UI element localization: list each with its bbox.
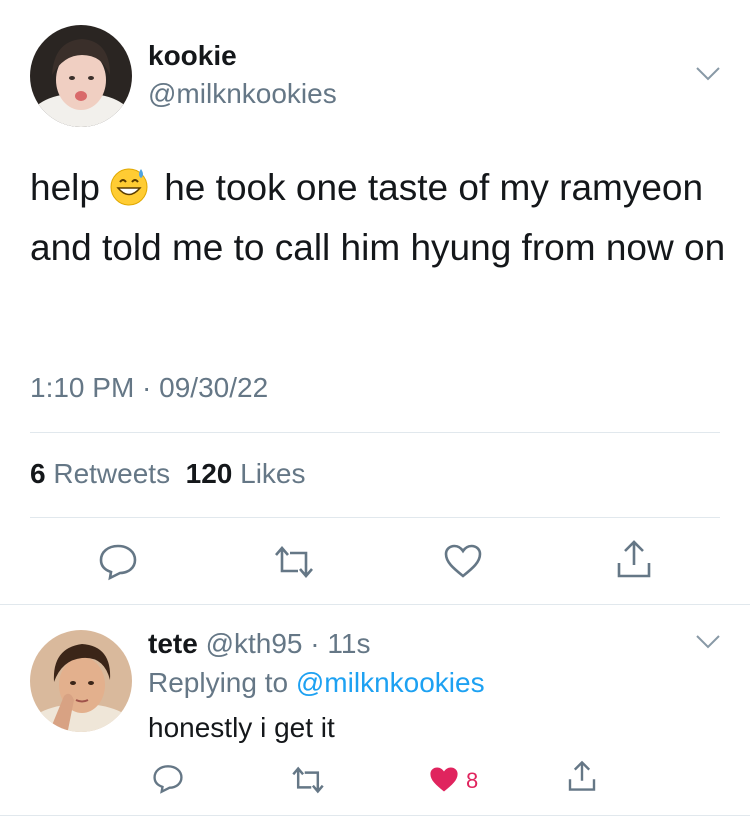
share-button[interactable] xyxy=(566,760,598,792)
reply-button[interactable] xyxy=(152,764,184,794)
share-icon xyxy=(568,760,596,791)
divider xyxy=(30,432,720,433)
chevron-down-icon[interactable] xyxy=(695,634,721,650)
tweet-stats: 6 Retweets 120 Likes xyxy=(30,458,306,490)
reply-like-count[interactable]: 8 xyxy=(466,768,478,794)
retweet-icon xyxy=(275,546,313,578)
avatar[interactable] xyxy=(30,25,132,127)
display-name[interactable]: kookie xyxy=(148,40,237,72)
handle[interactable]: @milknkookies xyxy=(148,78,337,110)
tweet-text-part1: help xyxy=(30,167,100,208)
like-icon xyxy=(444,544,482,578)
replying-handle-link[interactable]: @milknkookies xyxy=(296,667,485,698)
reply-header: tete @kth95 · 11s xyxy=(148,628,370,660)
chevron-down-icon[interactable] xyxy=(695,66,721,82)
retweet-button[interactable] xyxy=(272,545,316,579)
retweet-count[interactable]: 6 xyxy=(30,458,46,489)
retweet-label[interactable]: Retweets xyxy=(53,458,170,489)
retweet-icon xyxy=(292,766,324,794)
like-button[interactable] xyxy=(443,543,483,579)
reply-text: honestly i get it xyxy=(148,712,335,743)
reply-icon xyxy=(99,544,137,581)
heart-filled-icon xyxy=(430,767,458,792)
avatar[interactable] xyxy=(30,630,132,732)
reply-button[interactable] xyxy=(98,543,138,581)
divider xyxy=(0,604,750,605)
reply-icon xyxy=(153,765,183,794)
tweet-text: help he took one taste of my ramyeon and… xyxy=(30,158,730,278)
share-icon xyxy=(617,540,651,578)
grinning-face-with-sweat-icon xyxy=(110,168,148,206)
divider xyxy=(30,517,720,518)
divider xyxy=(0,815,750,816)
timestamp[interactable]: 1:10 PM · 09/30/22 xyxy=(30,372,268,404)
replying-to: Replying to @milknkookies xyxy=(148,667,485,699)
like-label[interactable]: Likes xyxy=(240,458,305,489)
replying-prefix: Replying to xyxy=(148,667,289,698)
share-button[interactable] xyxy=(614,539,654,579)
retweet-button[interactable] xyxy=(290,766,326,794)
like-count[interactable]: 120 xyxy=(186,458,233,489)
display-name[interactable]: tete xyxy=(148,628,198,659)
reply-meta[interactable]: @kth95 · 11s xyxy=(206,628,371,659)
like-button[interactable] xyxy=(428,765,460,794)
